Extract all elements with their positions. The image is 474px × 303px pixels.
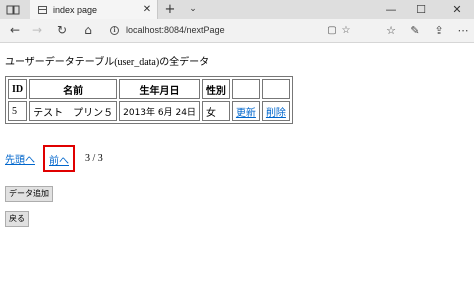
tab-switcher-icon[interactable] — [6, 5, 20, 15]
column-header-update — [231, 79, 260, 99]
new-tab-button[interactable]: + — [162, 0, 178, 19]
column-header-name: 名前 — [29, 79, 118, 99]
refresh-icon[interactable]: ↻ — [53, 19, 71, 42]
reading-view-icon[interactable]: ▢ — [325, 25, 339, 36]
site-info-icon[interactable]: i — [110, 25, 119, 35]
add-data-button[interactable]: データ追加 — [5, 186, 53, 202]
user-data-table: ID 名前 生年月日 性別 5 テスト プリン５ 2013年 6月 24日 女 … — [5, 76, 293, 124]
update-link[interactable]: 更新 — [236, 108, 256, 119]
favorites-hub-icon[interactable]: ☆ — [383, 19, 399, 42]
minimize-button[interactable]: — — [378, 0, 404, 19]
share-icon[interactable]: ⇪ — [431, 19, 447, 42]
forward-arrow-icon[interactable]: → — [28, 19, 46, 42]
column-header-id: ID — [8, 79, 28, 99]
maximize-button[interactable]: ☐ — [408, 0, 434, 19]
cell-id: 5 — [8, 101, 28, 121]
favorite-star-icon[interactable]: ☆ — [339, 25, 353, 36]
back-arrow-icon[interactable]: ← — [6, 19, 24, 42]
url-text[interactable]: localhost:8084/nextPage — [126, 25, 325, 35]
cell-name: テスト プリン５ — [29, 101, 118, 121]
cell-sex: 女 — [201, 101, 230, 121]
table-row: 5 テスト プリン５ 2013年 6月 24日 女 更新 削除 — [8, 101, 290, 121]
page-content: ユーザーデータテーブル(user_data)の全データ ID 名前 生年月日 性… — [0, 43, 474, 303]
browser-tab[interactable]: index page ✕ — [30, 0, 158, 19]
tab-title: index page — [53, 4, 98, 15]
address-bar[interactable]: i localhost:8084/nextPage ▢ ☆ — [104, 22, 353, 38]
cell-update: 更新 — [231, 101, 260, 121]
prev-page-link[interactable]: 前へ — [49, 156, 69, 167]
cell-delete: 削除 — [261, 101, 290, 121]
prev-highlight-box: 前へ — [43, 144, 75, 172]
tab-dropdown-icon[interactable]: ⌄ — [186, 0, 200, 19]
more-options-icon[interactable]: ⋯ — [455, 19, 471, 42]
heading-tail: の全データ — [159, 57, 210, 68]
table-header-row: ID 名前 生年月日 性別 — [8, 79, 290, 99]
first-page-link[interactable]: 先頭へ — [5, 151, 35, 166]
home-icon[interactable]: ⌂ — [79, 19, 97, 42]
heading-table-name: (user_data) — [114, 57, 160, 68]
page-info: 3 / 3 — [85, 152, 103, 164]
web-note-icon[interactable]: ✎ — [407, 19, 423, 42]
browser-titlebar: index page ✕ + ⌄ — ☐ ✕ — [0, 0, 474, 19]
page-icon — [38, 5, 47, 14]
cell-birthdate: 2013年 6月 24日 — [119, 101, 200, 121]
back-button[interactable]: 戻る — [5, 211, 29, 227]
close-window-button[interactable]: ✕ — [444, 0, 470, 19]
heading-main: ユーザーデータテーブル — [5, 57, 115, 68]
pagination: 先頭へ 前へ 3 / 3 — [5, 144, 103, 172]
tab-close-icon[interactable]: ✕ — [141, 0, 153, 19]
browser-navbar: ← → ↻ ⌂ i localhost:8084/nextPage ▢ ☆ ☆ … — [0, 19, 474, 43]
delete-link[interactable]: 削除 — [266, 108, 286, 119]
column-header-delete — [261, 79, 290, 99]
page-heading: ユーザーデータテーブル(user_data)の全データ — [5, 53, 209, 68]
column-header-birthdate: 生年月日 — [119, 79, 200, 99]
column-header-sex: 性別 — [201, 79, 230, 99]
